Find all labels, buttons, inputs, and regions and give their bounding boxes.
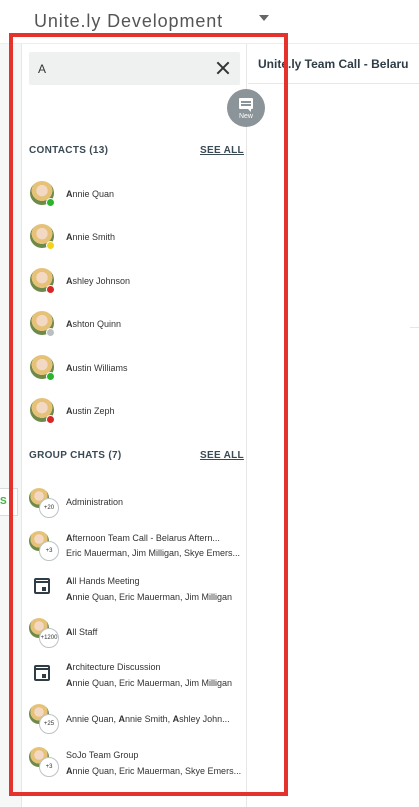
chevron-down-icon[interactable] — [259, 15, 269, 21]
workspace-name[interactable]: Unite.ly Development — [34, 11, 223, 32]
divider — [410, 327, 419, 328]
highlight-box — [9, 33, 288, 796]
rail-item-label: S — [0, 496, 7, 507]
